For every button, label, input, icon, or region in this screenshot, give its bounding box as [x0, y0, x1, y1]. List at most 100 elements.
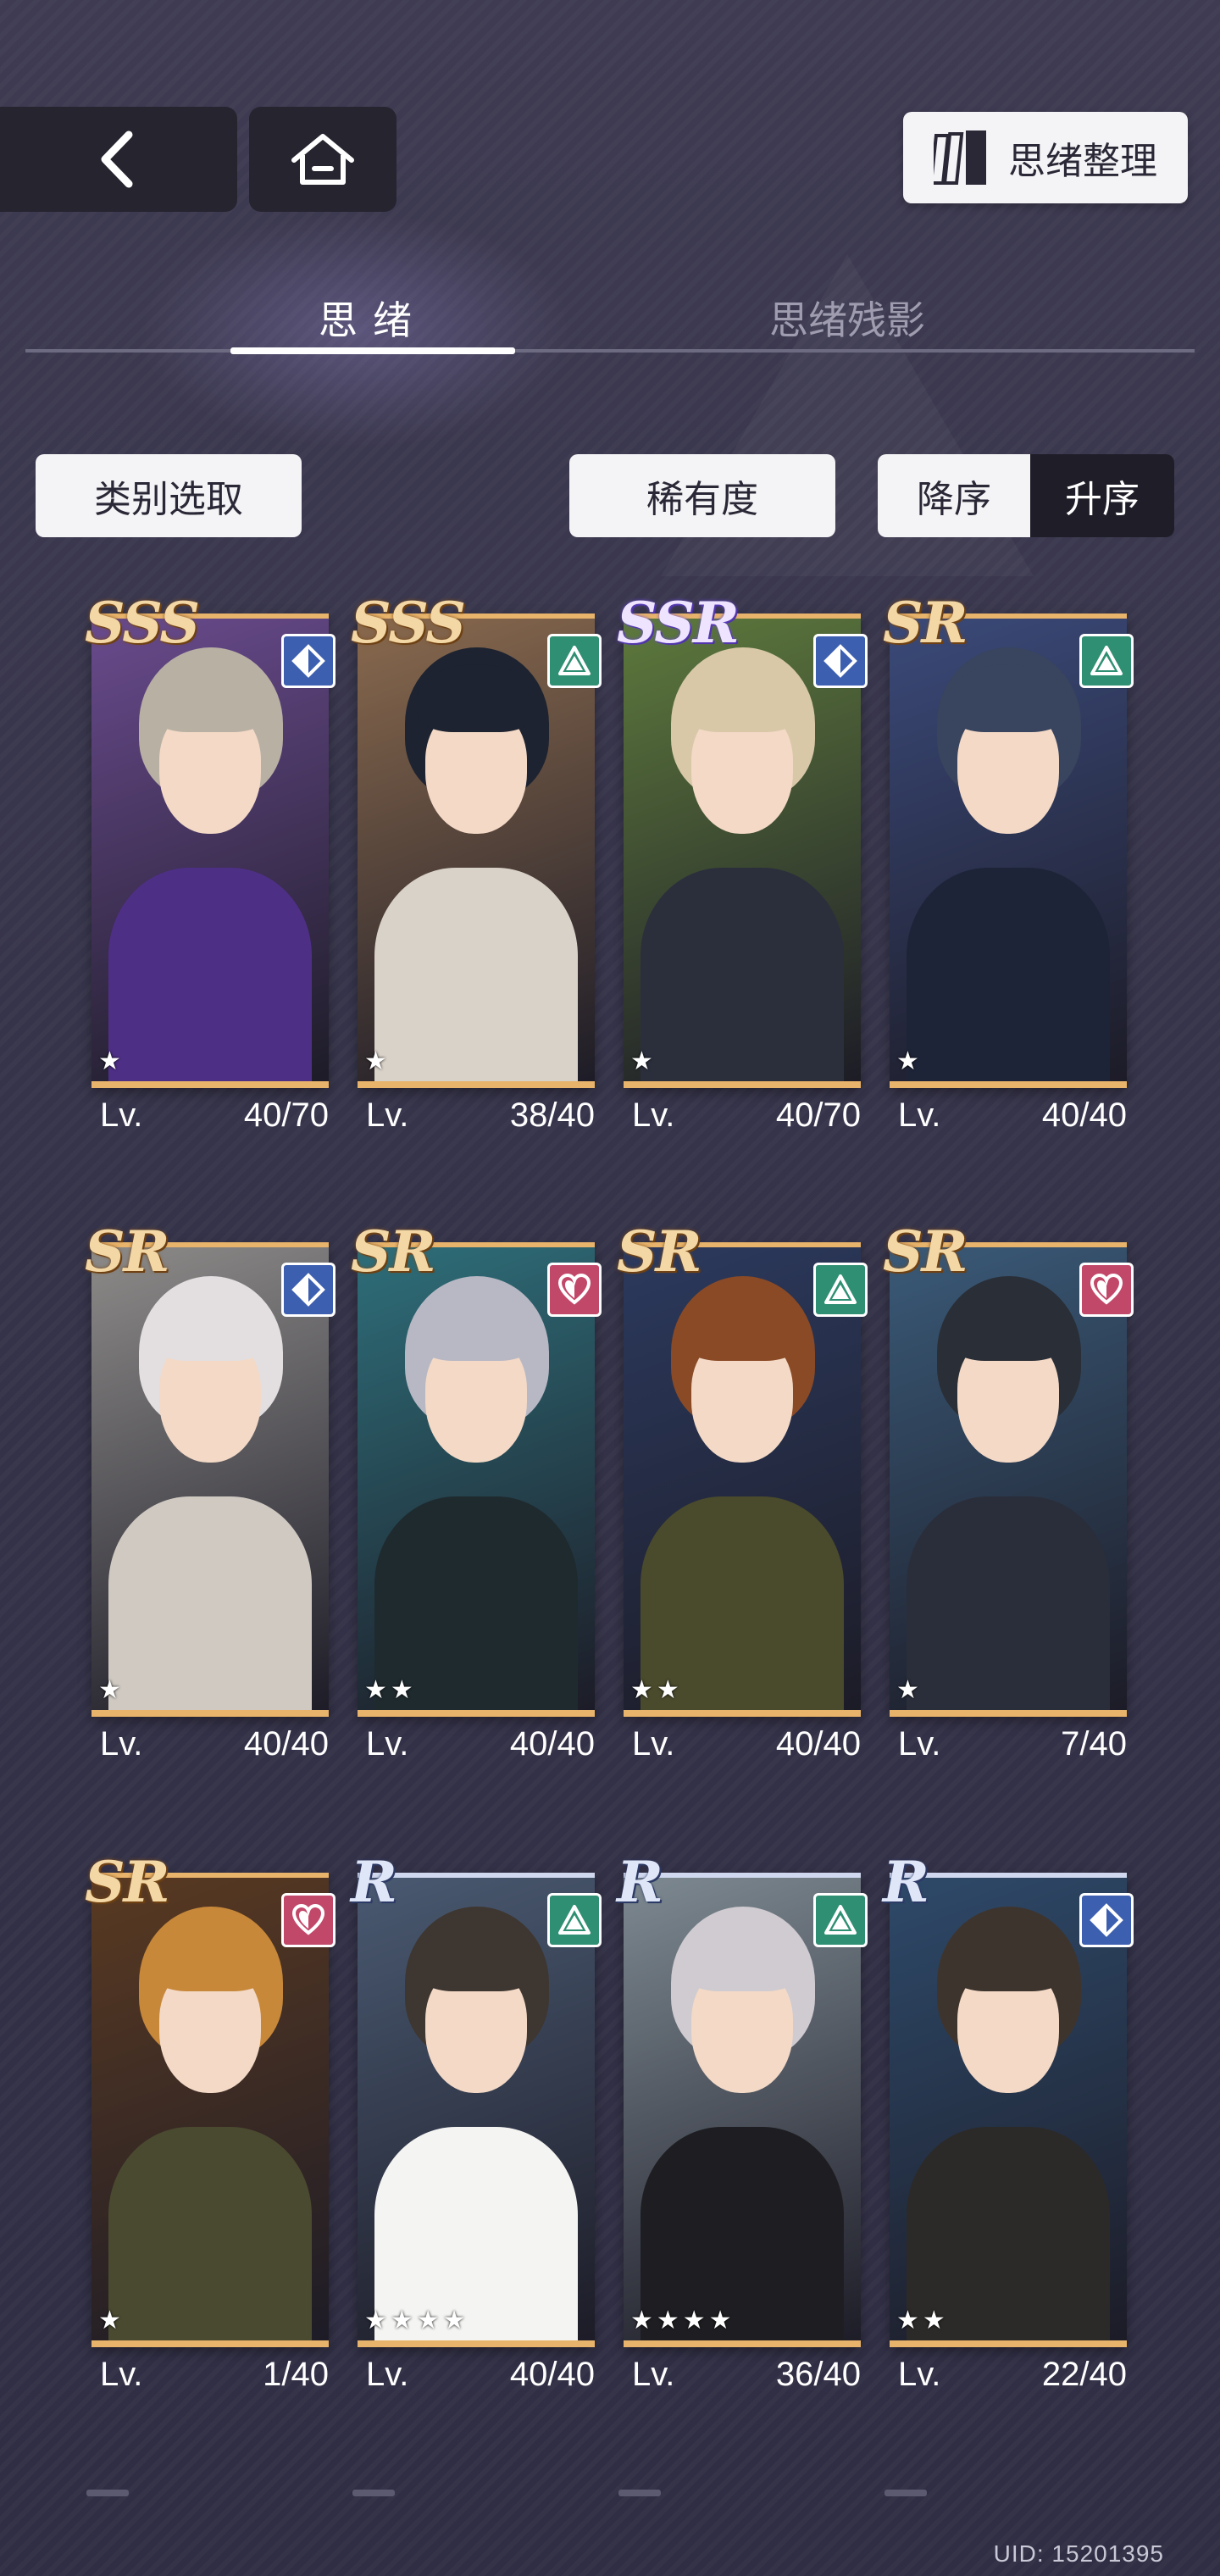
- rarity-sort-button[interactable]: 稀有度: [569, 454, 835, 537]
- thought-card[interactable]: ★ SR Lv. 40/40: [883, 590, 1134, 1134]
- character-fringe: [151, 664, 269, 732]
- level-label: Lv.: [898, 1096, 941, 1134]
- rarity-label: R: [351, 1849, 397, 1915]
- character-body: [907, 1496, 1110, 1717]
- thought-card[interactable]: ★ SSS Lv. 38/40: [351, 590, 602, 1134]
- sort-descending-button[interactable]: 降序: [878, 454, 1030, 537]
- thought-card[interactable]: ★ SSS Lv. 40/70: [85, 590, 336, 1134]
- level-label: Lv.: [366, 1725, 409, 1763]
- back-button[interactable]: [0, 107, 237, 212]
- sort-ascending-button[interactable]: 升序: [1030, 454, 1174, 537]
- heart-type-icon: [1090, 1273, 1123, 1307]
- character-fringe: [949, 1924, 1068, 1991]
- thought-card[interactable]: ★★ SR Lv. 40/40: [351, 1219, 602, 1763]
- type-badge: [281, 634, 336, 688]
- card-bottom-bar: [890, 1081, 1127, 1088]
- character-body: [108, 2127, 312, 2347]
- thought-card[interactable]: ★ SR Lv. 1/40: [85, 1849, 336, 2393]
- card-stars: ★★: [630, 1676, 683, 1704]
- level-label: Lv.: [366, 2356, 409, 2393]
- card-bottom-bar: [358, 1081, 595, 1088]
- card-bottom-bar: [358, 2340, 595, 2347]
- level-label: Lv.: [898, 2356, 941, 2393]
- rarity-label: SR: [617, 1219, 702, 1285]
- thought-card[interactable]: ★ SR Lv. 7/40: [883, 1219, 1134, 1763]
- character-fringe: [417, 1924, 535, 1991]
- type-badge: [813, 1263, 868, 1317]
- thought-card[interactable]: ★ SSR Lv. 40/70: [617, 590, 868, 1134]
- level-value: 38/40: [509, 1096, 595, 1134]
- card-bottom-bar: [624, 1081, 861, 1088]
- type-badge: [547, 1893, 602, 1947]
- thought-card[interactable]: ★★★★ R Lv. 40/40: [351, 1849, 602, 2393]
- character-body: [640, 868, 844, 1088]
- diamond-type-icon: [1090, 1903, 1123, 1937]
- card-stars: ★★★★: [364, 2307, 469, 2334]
- character-body: [108, 1496, 312, 1717]
- thought-card[interactable]: ★★★★ R Lv. 36/40: [617, 1849, 868, 2393]
- level-label: Lv.: [100, 2356, 143, 2393]
- type-badge: [281, 1893, 336, 1947]
- tab-thought-remnants[interactable]: 思绪残影: [712, 288, 983, 347]
- diamond-type-icon: [291, 644, 325, 678]
- thought-card[interactable]: ★★ R Lv. 22/40: [883, 1849, 1134, 2393]
- level-label: Lv.: [100, 1096, 143, 1134]
- thought-card[interactable]: ★ SR Lv. 40/40: [85, 1219, 336, 1763]
- rarity-label: SR: [883, 1219, 968, 1285]
- character-fringe: [417, 1293, 535, 1361]
- tab-active-indicator: [230, 347, 515, 354]
- card-stars: ★★: [364, 1676, 417, 1704]
- user-id-label: UID: 15201395: [993, 2540, 1164, 2567]
- character-fringe: [151, 1924, 269, 1991]
- type-badge: [281, 1263, 336, 1317]
- page-indicator: [352, 2490, 395, 2496]
- level-label: Lv.: [632, 1096, 675, 1134]
- organize-label: 思绪整理: [1008, 141, 1157, 182]
- chevron-left-icon: [101, 130, 133, 188]
- page-indicator: [884, 2490, 927, 2496]
- diamond-type-icon: [291, 1273, 325, 1307]
- type-badge: [1079, 634, 1134, 688]
- rarity-label: SR: [85, 1219, 170, 1285]
- type-badge: [813, 1893, 868, 1947]
- character-fringe: [683, 664, 801, 732]
- level-value: 36/40: [775, 2356, 861, 2393]
- page-indicator: [86, 2490, 129, 2496]
- home-button[interactable]: [249, 107, 396, 212]
- rarity-label: SSR: [617, 590, 740, 656]
- heart-type-icon: [557, 1273, 591, 1307]
- level-label: Lv.: [100, 1725, 143, 1763]
- rarity-label: SSS: [85, 590, 200, 656]
- level-value: 7/40: [1061, 1725, 1127, 1763]
- organize-thoughts-button[interactable]: 思绪整理: [903, 112, 1188, 203]
- character-fringe: [417, 664, 535, 732]
- card-bottom-bar: [92, 1710, 329, 1717]
- card-stars: ★: [364, 1047, 391, 1075]
- rarity-label: SSS: [351, 590, 466, 656]
- type-badge: [547, 1263, 602, 1317]
- thought-card[interactable]: ★★ SR Lv. 40/40: [617, 1219, 868, 1763]
- rarity-label: SR: [85, 1849, 170, 1915]
- tab-divider: [25, 349, 1195, 353]
- card-stars: ★: [896, 1047, 923, 1075]
- page-indicator: [618, 2490, 661, 2496]
- diamond-type-icon: [824, 644, 857, 678]
- level-value: 40/40: [509, 2356, 595, 2393]
- category-filter-button[interactable]: 类别选取: [36, 454, 302, 537]
- triangle-type-icon: [824, 1903, 857, 1937]
- card-bottom-bar: [624, 1710, 861, 1717]
- card-stars: ★: [98, 1676, 125, 1704]
- card-stars: ★★★★: [630, 2307, 735, 2334]
- card-stars: ★: [896, 1676, 923, 1704]
- card-stars: ★: [98, 2307, 125, 2334]
- card-bottom-bar: [890, 1710, 1127, 1717]
- card-bottom-bar: [890, 2340, 1127, 2347]
- level-value: 40/40: [243, 1725, 329, 1763]
- character-fringe: [949, 1293, 1068, 1361]
- character-fringe: [683, 1924, 801, 1991]
- home-icon: [291, 134, 354, 185]
- rarity-label: R: [883, 1849, 929, 1915]
- card-bottom-bar: [92, 1081, 329, 1088]
- triangle-type-icon: [557, 644, 591, 678]
- tab-thoughts[interactable]: 思绪: [230, 288, 515, 347]
